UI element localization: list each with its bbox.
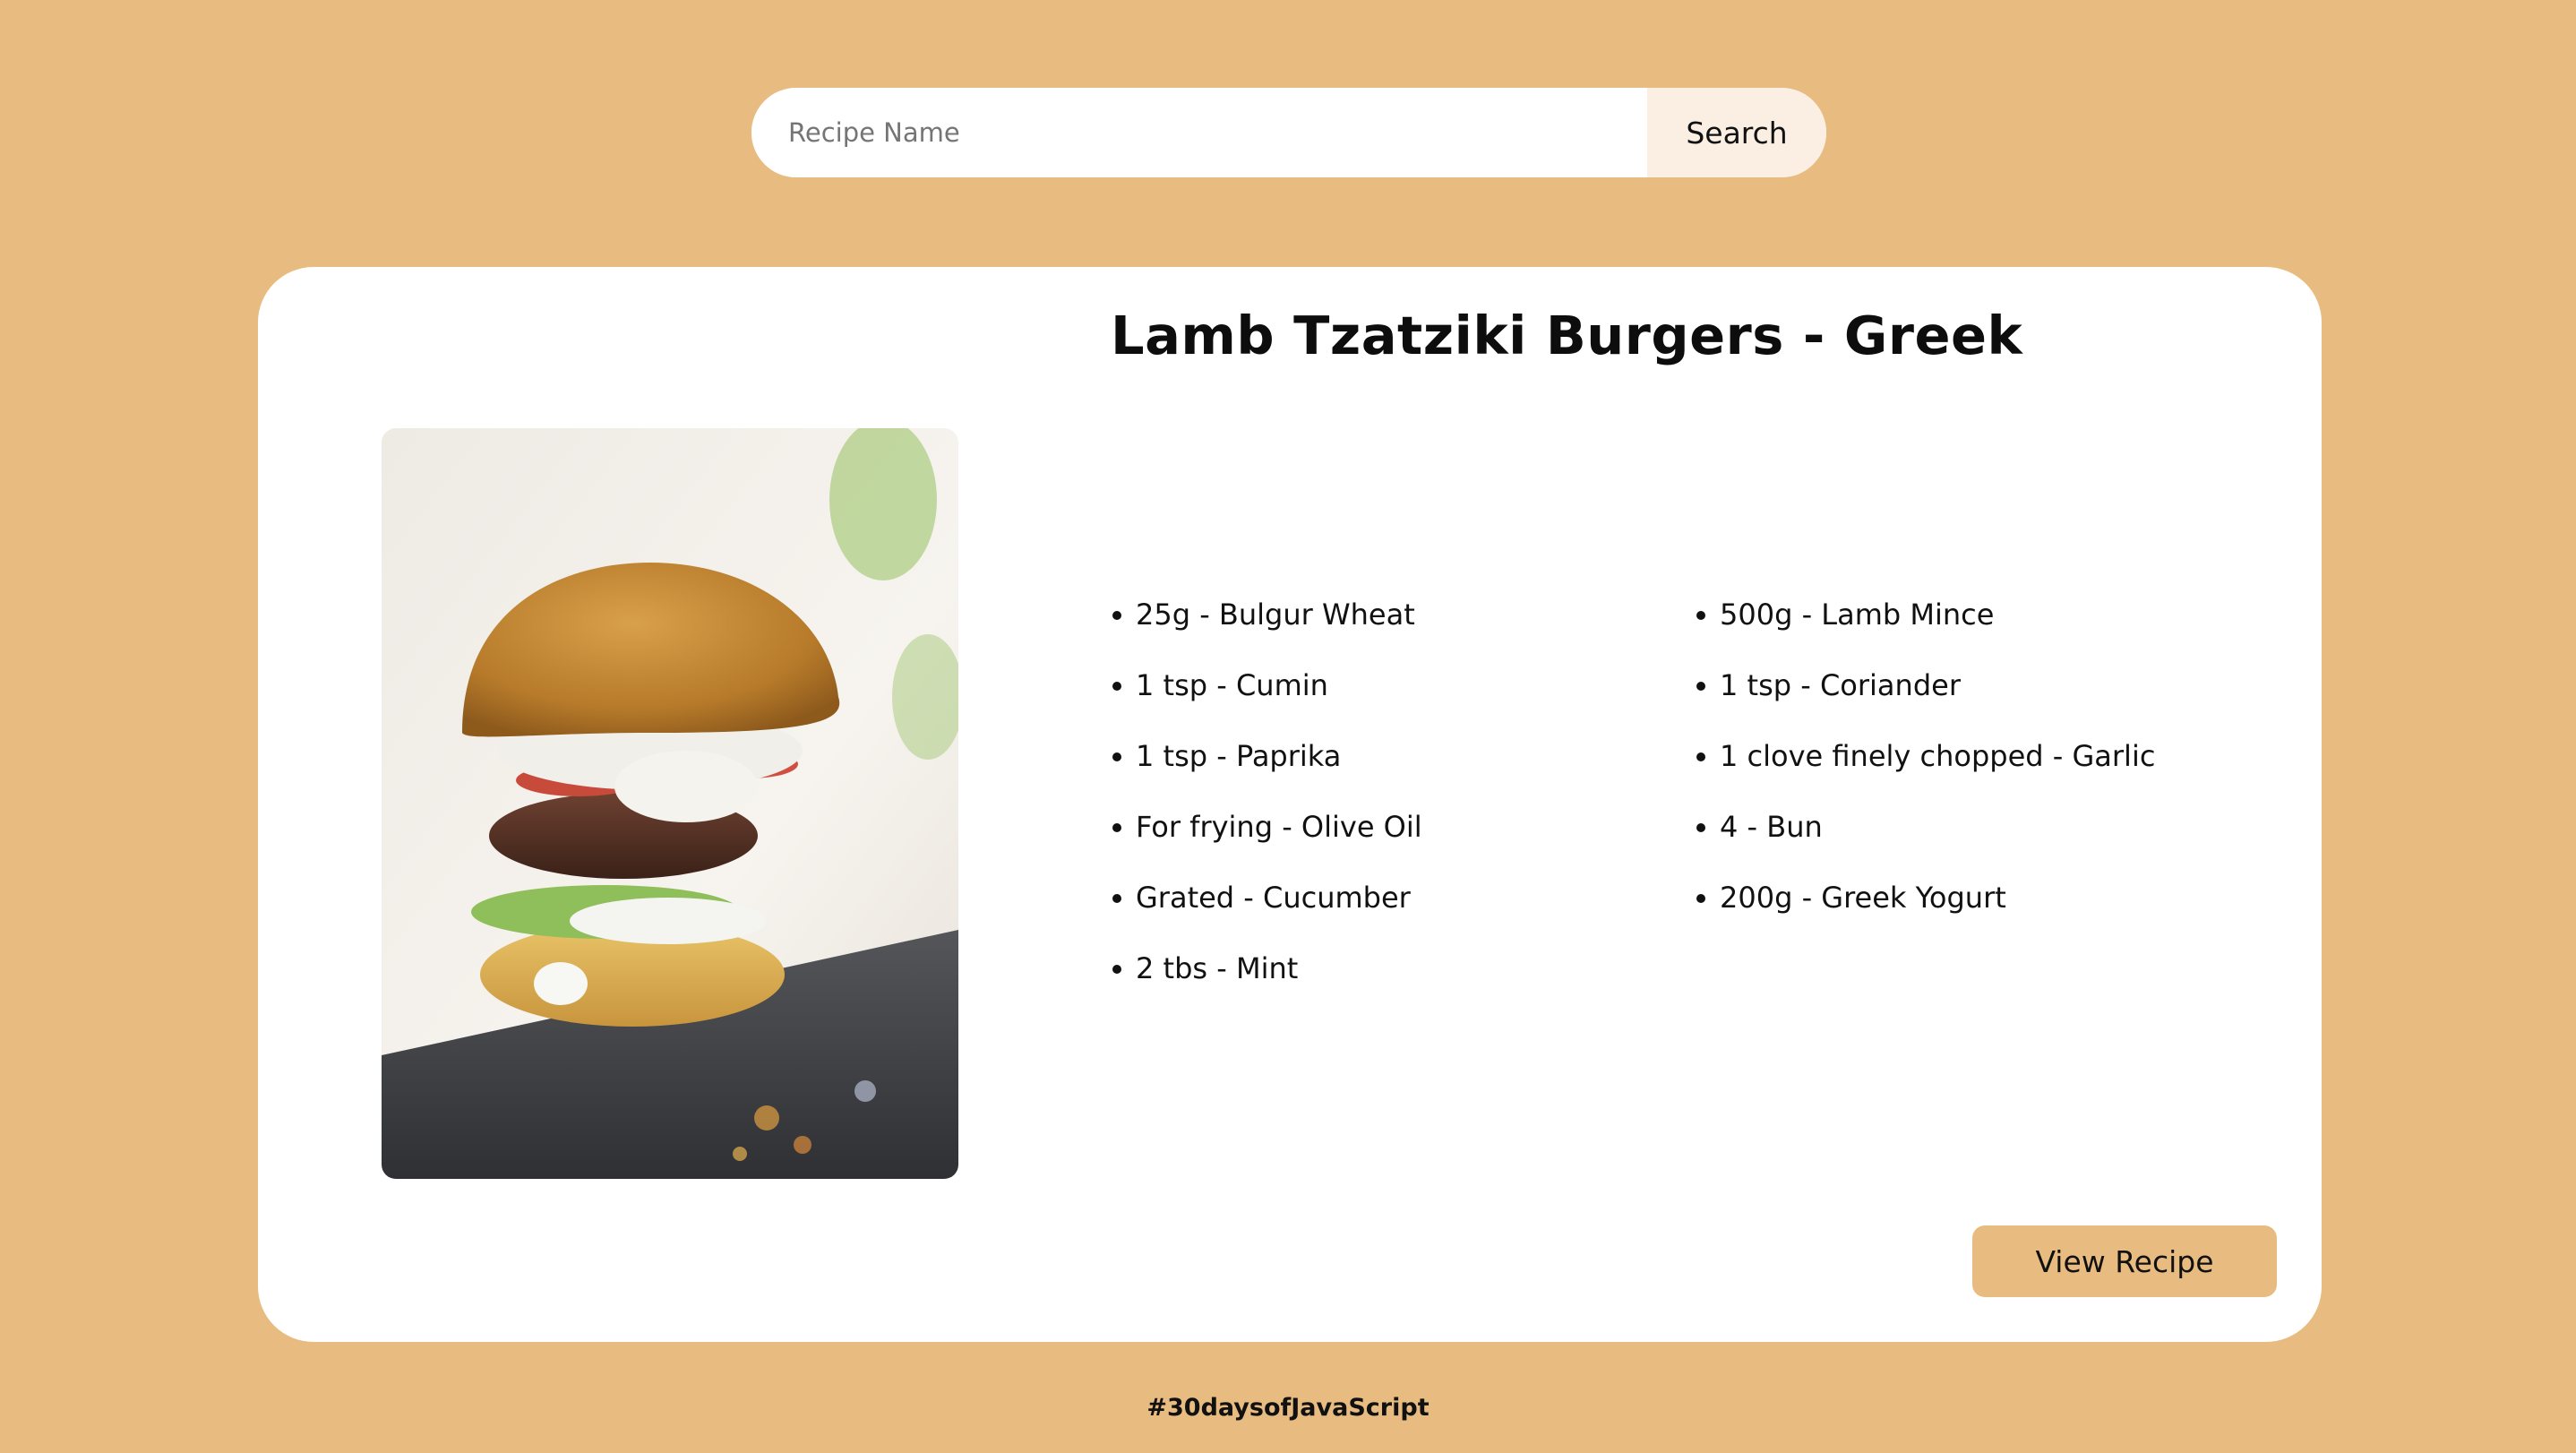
ingredient-list-right: 500g - Lamb Mince 1 tsp - Coriander 1 cl… [1695,598,2155,952]
search-input[interactable] [751,88,1647,177]
ingredient-item: Grated - Cucumber [1111,881,1422,952]
recipe-image [382,428,958,1179]
recipe-title: Lamb Tzatziki Burgers - Greek [1111,305,2023,366]
search-button[interactable]: Search [1647,88,1826,177]
ingredient-item: 500g - Lamb Mince [1695,598,2155,669]
ingredient-item: 4 - Bun [1695,811,2155,881]
ingredient-item: 1 tsp - Cumin [1111,669,1422,740]
burger-photo-icon [382,428,958,1179]
ingredient-item: 1 clove finely chopped - Garlic [1695,740,2155,811]
search-bar: Search [751,88,1826,177]
ingredient-item: For frying - Olive Oil [1111,811,1422,881]
view-recipe-button[interactable]: View Recipe [1972,1225,2277,1297]
ingredient-item: 2 tbs - Mint [1111,952,1422,1023]
ingredient-item: 1 tsp - Coriander [1695,669,2155,740]
footer-text: #30daysofJavaScript [1146,1394,1430,1422]
ingredient-item: 25g - Bulgur Wheat [1111,598,1422,669]
ingredient-item: 200g - Greek Yogurt [1695,881,2155,952]
ingredient-list-left: 25g - Bulgur Wheat 1 tsp - Cumin 1 tsp -… [1111,598,1422,1023]
recipe-card: Lamb Tzatziki Burgers - Greek 25g - Bulg… [258,267,2322,1342]
ingredient-item: 1 tsp - Paprika [1111,740,1422,811]
